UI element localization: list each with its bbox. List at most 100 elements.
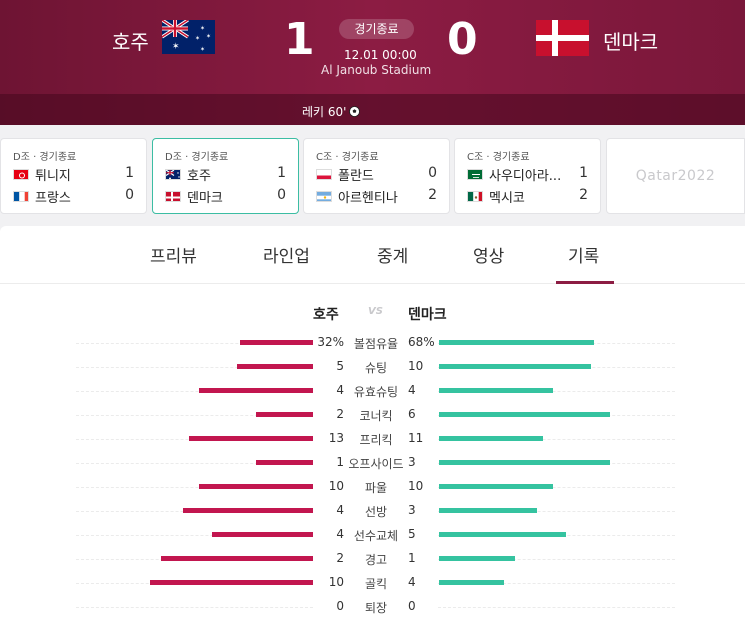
denmark-flag-icon[interactable] <box>536 20 589 56</box>
match-card-group: C조 · 경기종료 <box>316 152 379 163</box>
match-card-away-score: 0 <box>125 187 134 203</box>
stat-home-value: 2 <box>336 407 344 421</box>
stat-label: 볼점유율 <box>353 337 399 351</box>
match-card-away-name: 아르헨티나 <box>338 191 398 206</box>
stats-home-team: 호주 <box>313 307 339 323</box>
stat-bar-away <box>439 388 553 393</box>
goal-scorer: 레키 60' <box>302 105 347 119</box>
goal-strip <box>0 94 745 125</box>
stat-away-value: 1 <box>408 551 416 565</box>
argentina-flag-icon <box>316 191 332 202</box>
match-card[interactable]: C조 · 경기종료 사우디아라... 1 멕시코 2 <box>454 138 601 214</box>
tab-broadcast[interactable]: 중계 <box>377 242 408 267</box>
tab-preview[interactable]: 프리뷰 <box>150 242 197 267</box>
match-card-group: C조 · 경기종료 <box>467 152 530 163</box>
stat-bar-home <box>240 340 313 345</box>
goal-event: 레키 60' <box>302 103 361 120</box>
stats-header: 호주 VS 덴마크 <box>0 304 745 324</box>
match-card-away-score: 2 <box>579 187 588 203</box>
stat-bar-home <box>237 364 313 369</box>
stat-row: 4 선수교체 5 <box>0 523 745 547</box>
match-card-home: 사우디아라... <box>467 165 561 184</box>
stat-guide-line <box>438 607 675 608</box>
stat-home-value: 10 <box>328 575 344 589</box>
stat-row: 5 슈팅 10 <box>0 355 745 379</box>
stat-bar-home <box>189 436 313 441</box>
stat-label: 퇴장 <box>364 601 388 615</box>
match-card[interactable]: C조 · 경기종료 폴란드 0 아르헨티나 2 <box>303 138 450 214</box>
stat-label: 골킥 <box>364 577 388 591</box>
stat-row: 32% 볼점유율 68% <box>0 331 745 355</box>
away-score: 0 <box>447 14 478 65</box>
svg-text:✶: ✶ <box>206 33 211 40</box>
australia-flag-icon <box>165 169 181 180</box>
stat-row: 4 선방 3 <box>0 499 745 523</box>
match-card-home-score: 1 <box>125 165 134 181</box>
stat-home-value: 0 <box>336 599 344 613</box>
stat-bar-home <box>199 388 313 393</box>
stat-label: 선방 <box>364 505 388 519</box>
stat-away-value: 6 <box>408 407 416 421</box>
svg-text:✶: ✶ <box>172 42 180 52</box>
stat-row: 1 오프사이드 3 <box>0 451 745 475</box>
match-card-away: 멕시코 <box>467 187 525 206</box>
stat-home-value: 4 <box>336 383 344 397</box>
saudi-flag-icon <box>467 169 483 180</box>
stat-bar-away <box>439 580 504 585</box>
stat-row: 10 파울 10 <box>0 475 745 499</box>
stat-away-value: 3 <box>408 455 416 469</box>
match-card-group: D조 · 경기종료 <box>165 152 229 163</box>
svg-text:✶: ✶ <box>200 46 205 53</box>
stat-bar-home <box>183 508 313 513</box>
stat-row: 2 코너킥 6 <box>0 403 745 427</box>
stat-guide-line <box>76 607 313 608</box>
denmark-flag-icon <box>165 191 181 202</box>
stat-away-value: 5 <box>408 527 416 541</box>
soccer-ball-icon <box>349 106 361 117</box>
stat-bar-away <box>439 556 515 561</box>
stat-row: 13 프리킥 11 <box>0 427 745 451</box>
stat-row: 0 퇴장 0 <box>0 595 745 619</box>
stat-away-value: 3 <box>408 503 416 517</box>
stat-home-value: 10 <box>328 479 344 493</box>
match-card-active[interactable]: D조 · 경기종료 호주 1 덴마크 0 <box>152 138 299 214</box>
match-card-away-score: 0 <box>277 187 286 203</box>
tab-records[interactable]: 기록 <box>568 242 599 267</box>
qatar2022-banner[interactable]: Qatar2022 <box>606 138 745 214</box>
main-panel: 프리뷰 라인업 중계 영상 기록 호주 VS 덴마크 32% 볼점유율 68% 5 슈팅… <box>0 226 745 639</box>
stat-bar-home <box>150 580 313 585</box>
mexico-flag-icon <box>467 191 483 202</box>
stat-home-value: 2 <box>336 551 344 565</box>
tab-video[interactable]: 영상 <box>473 242 504 267</box>
australia-flag-icon[interactable]: ✶ ✶ ✶ ✶ ✶ <box>162 20 215 54</box>
stat-away-value: 11 <box>408 431 424 445</box>
stat-bar-home <box>212 532 313 537</box>
stat-label: 프리킥 <box>359 433 393 447</box>
stat-home-value: 5 <box>336 359 344 373</box>
away-team-name[interactable]: 덴마크 <box>603 26 658 55</box>
match-card-away: 아르헨티나 <box>316 187 398 206</box>
stat-label: 코너킥 <box>359 409 393 423</box>
stat-bar-away <box>439 508 537 513</box>
france-flag-icon <box>13 191 29 202</box>
match-card-home-score: 1 <box>277 165 286 181</box>
stat-label: 선수교체 <box>353 529 399 543</box>
poland-flag-icon <box>316 169 332 180</box>
match-card[interactable]: D조 · 경기종료 튀니지 1 프랑스 0 <box>0 138 147 214</box>
tab-lineup[interactable]: 라인업 <box>263 242 310 267</box>
stat-away-value: 4 <box>408 575 416 589</box>
active-tab-indicator <box>556 281 614 284</box>
match-card-away-score: 2 <box>428 187 437 203</box>
match-card-home-name: 호주 <box>187 169 211 184</box>
stat-row: 2 경고 1 <box>0 547 745 571</box>
stat-row: 10 골킥 4 <box>0 571 745 595</box>
home-team-name[interactable]: 호주 <box>112 26 149 55</box>
match-card-group: D조 · 경기종료 <box>13 152 77 163</box>
stat-away-value: 68% <box>408 335 435 349</box>
stat-away-value: 10 <box>408 479 424 493</box>
stat-label: 파울 <box>364 481 388 495</box>
match-card-home-name: 폴란드 <box>338 169 374 184</box>
stat-bar-away <box>439 412 610 417</box>
stat-bar-away <box>439 364 591 369</box>
stadium-name: Al Janoub Stadium <box>321 63 432 77</box>
